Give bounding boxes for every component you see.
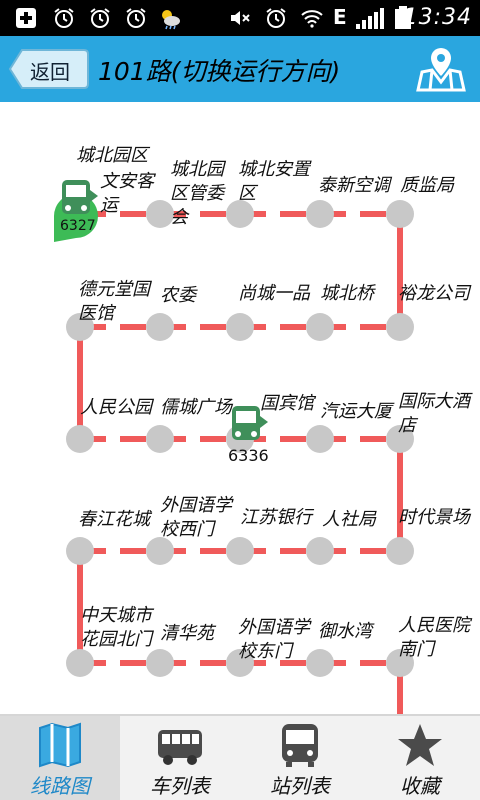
stop-label[interactable]: 城北安置区: [238, 158, 316, 206]
bus-stop-icon: [282, 724, 318, 767]
stop-label[interactable]: 农委: [160, 284, 250, 308]
wifi-icon: [301, 10, 323, 28]
stop-dot: [66, 537, 94, 565]
stop-label[interactable]: 国际大酒店: [398, 390, 476, 438]
weather-icon: [162, 10, 180, 30]
add-notification-icon: [16, 8, 36, 28]
map-icon: [39, 722, 81, 768]
stop-label[interactable]: 城北桥: [320, 282, 410, 306]
stop-label[interactable]: 人民医院南门: [398, 614, 478, 662]
stop-dot: [306, 313, 334, 341]
bottom-nav: 线路图 车列表 站列表 收藏: [0, 714, 480, 800]
back-label: 返回: [30, 60, 70, 84]
tab-bus-list[interactable]: 车列表: [120, 716, 240, 800]
tab-label: 车列表: [150, 774, 210, 798]
star-icon: [398, 724, 442, 766]
stop-dot: [386, 313, 414, 341]
stop-label[interactable]: 外国语学校东门: [238, 616, 318, 664]
alarm-icon: [266, 8, 286, 28]
tab-stop-list[interactable]: 站列表: [240, 716, 360, 800]
bus-plate: 6327: [60, 218, 96, 234]
tab-label: 站列表: [270, 774, 330, 798]
bus-label: 文安客运: [100, 171, 154, 216]
signal-icon: [356, 8, 384, 29]
bus-plate: 6336: [228, 446, 269, 465]
stop-label[interactable]: 春江花城: [78, 508, 168, 532]
back-button[interactable]: 返回: [8, 48, 90, 90]
stop-label[interactable]: 泰新空调: [318, 174, 408, 198]
stop-label[interactable]: 质监局: [400, 174, 480, 198]
stop-dot: [226, 313, 254, 341]
stop-label[interactable]: 人社局: [322, 508, 412, 532]
tab-route-map[interactable]: 线路图: [0, 716, 120, 800]
stop-dot: [386, 537, 414, 565]
network-type: E: [333, 5, 347, 29]
bus-icon[interactable]: [56, 176, 104, 224]
stop-label[interactable]: 城北园区: [76, 144, 166, 168]
stop-label[interactable]: 清华苑: [160, 622, 250, 646]
status-bar: E 13:34: [0, 0, 480, 36]
tab-label: 收藏: [400, 774, 440, 798]
stop-dot: [306, 537, 334, 565]
alarm-icon: [54, 8, 74, 28]
stop-label[interactable]: 外国语学校西门: [160, 494, 240, 542]
stop-label[interactable]: 中天城市花园北门: [80, 604, 160, 652]
stop-label[interactable]: 尚城一品: [238, 282, 328, 306]
mute-icon: [231, 11, 250, 25]
route-map[interactable]: 城北园区 城北园区管委会 城北安置区 泰新空调 质监局 裕龙公司 城北桥 尚城一…: [0, 102, 480, 714]
stop-label[interactable]: 御水湾: [318, 620, 408, 644]
stop-label[interactable]: 汽运大厦: [320, 400, 410, 424]
tab-favorites[interactable]: 收藏: [360, 716, 480, 800]
clock: 13:34: [403, 5, 472, 30]
app-header: 返回 101路(切换运行方向): [0, 36, 480, 102]
bus-icon[interactable]: [226, 402, 274, 450]
stop-dot: [386, 200, 414, 228]
tab-label: 线路图: [30, 774, 90, 798]
stop-dot: [66, 649, 94, 677]
page-title[interactable]: 101路(切换运行方向): [98, 52, 340, 88]
stop-dot: [66, 425, 94, 453]
stop-dot: [146, 425, 174, 453]
bus-icon: [158, 730, 202, 765]
alarm-icon: [126, 8, 146, 28]
map-location-icon[interactable]: [416, 44, 466, 94]
stop-label[interactable]: 人民公园: [80, 396, 170, 420]
stop-label[interactable]: 江苏银行: [240, 506, 330, 530]
stop-label[interactable]: 德元堂国医馆: [78, 278, 158, 326]
stop-dot: [306, 425, 334, 453]
stop-label[interactable]: 城北园区管委会: [170, 158, 240, 230]
stop-label[interactable]: 裕龙公司: [398, 282, 480, 306]
alarm-icon: [90, 8, 110, 28]
stop-dot: [146, 649, 174, 677]
